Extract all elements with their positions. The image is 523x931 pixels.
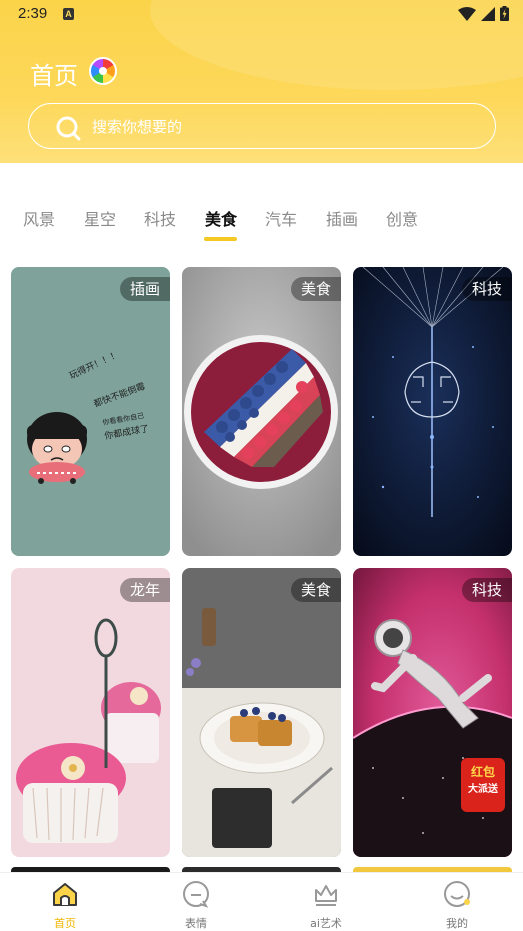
search-placeholder: 搜索你想要的 (92, 118, 183, 136)
tab-technology[interactable]: 科技 (144, 206, 176, 230)
wallpaper-card[interactable]: 玩得开！！！ 都快不能倒霉 你看看你自己 你都成球了 插画 (11, 267, 170, 556)
home-icon (53, 883, 77, 906)
card-category-tag: 美食 (290, 277, 341, 301)
tab-starry-sky[interactable]: 星空 (84, 206, 116, 230)
emoji-icon (183, 881, 209, 908)
wallpaper-card[interactable]: 龙年 (11, 568, 170, 857)
circuit-tree-image (353, 267, 512, 556)
wallpaper-card[interactable]: 美食 (182, 568, 341, 857)
search-icon (56, 116, 81, 141)
signal-icon (481, 6, 495, 21)
status-icons (458, 6, 509, 21)
promo-badge-line2: 大派送 (468, 782, 499, 795)
tab-cars[interactable]: 汽车 (265, 206, 297, 230)
card-category-tag: 插画 (119, 277, 170, 301)
status-bar: 2:39 A (0, 0, 523, 30)
wifi-icon (458, 6, 476, 21)
nav-ai-art[interactable]: ai艺术 (286, 879, 366, 931)
cartoon-girl-image: 玩得开！！！ 都快不能倒霉 你看看你自己 你都成球了 (11, 267, 170, 556)
search-bar[interactable]: 搜索你想要的 (28, 103, 496, 149)
waffles-image (182, 568, 341, 857)
crown-icon (315, 885, 337, 906)
card-category-tag: 科技 (461, 277, 512, 301)
card-category-tag: 龙年 (119, 578, 170, 602)
tab-food[interactable]: 美食 (205, 206, 237, 230)
wallpaper-card[interactable]: 红包 大派送 科技 (353, 568, 512, 857)
nav-emoji[interactable]: 表情 (156, 879, 236, 931)
app-root: 2:39 A 首页 搜索你想要的 风景 星空 科技 美食 汽车 插画 创意 玩得… (0, 0, 523, 931)
header: 2:39 A 首页 搜索你想要的 (0, 0, 523, 163)
profile-icon (444, 881, 470, 907)
cupcakes-image (11, 568, 170, 857)
berry-bowl-image (182, 267, 341, 556)
color-wheel-icon (89, 57, 117, 85)
nav-ai-art-label: ai艺术 (310, 917, 342, 930)
promo-badge-line1: 红包 (471, 764, 495, 779)
tab-scenery[interactable]: 风景 (23, 206, 55, 230)
notification-icon: A (63, 8, 74, 20)
tab-creative[interactable]: 创意 (386, 206, 418, 230)
nav-home-label: 首页 (54, 917, 76, 930)
nav-home[interactable]: 首页 (25, 879, 105, 931)
tab-illustration[interactable]: 插画 (326, 206, 358, 230)
nav-profile-label: 我的 (446, 917, 468, 930)
nav-emoji-label: 表情 (185, 917, 207, 930)
astronaut-image: 红包 大派送 (353, 568, 512, 857)
nav-profile[interactable]: 我的 (417, 879, 497, 931)
category-tabs: 风景 星空 科技 美食 汽车 插画 创意 (0, 196, 523, 246)
active-tab-indicator (204, 237, 237, 241)
wallpaper-card[interactable]: 科技 (353, 267, 512, 556)
card-category-tag: 科技 (461, 578, 512, 602)
wallpaper-card[interactable]: 美食 (182, 267, 341, 556)
page-title: 首页 (30, 62, 78, 90)
bottom-navigation: 首页 表情 ai艺术 我的 (0, 872, 523, 931)
battery-icon (500, 6, 509, 21)
card-category-tag: 美食 (290, 578, 341, 602)
status-time: 2:39 (18, 5, 48, 22)
